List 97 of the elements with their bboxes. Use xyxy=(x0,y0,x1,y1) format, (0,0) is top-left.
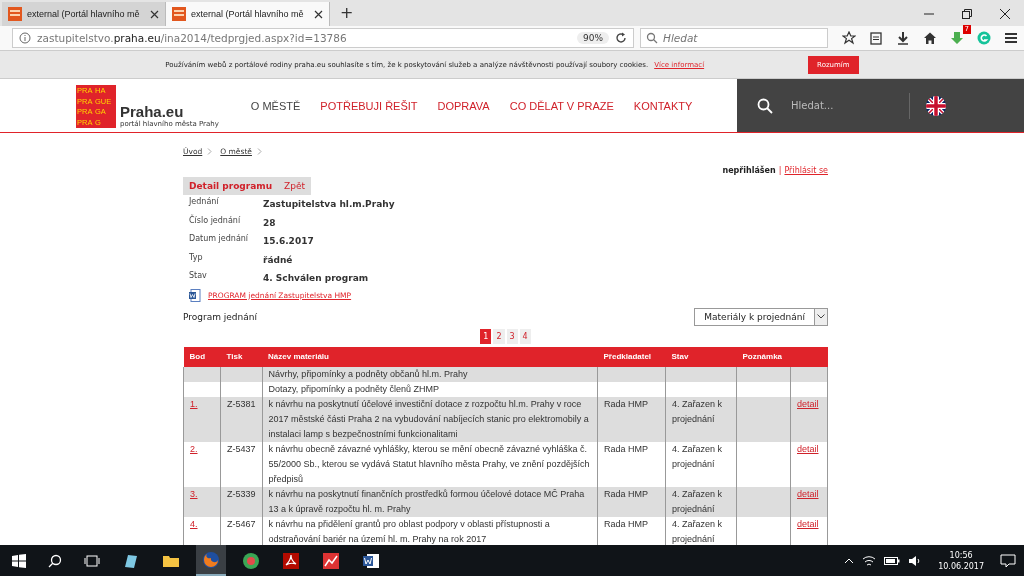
table-cell: 4. Zařazen k projednání xyxy=(672,398,723,424)
close-icon[interactable] xyxy=(1000,9,1010,19)
field-label: Jednání xyxy=(187,196,220,208)
table-cell: Rada HMP xyxy=(604,398,648,409)
star-icon[interactable] xyxy=(842,31,856,45)
detail-link[interactable]: detail xyxy=(797,398,819,409)
browser-tab[interactable]: external (Portál hlavního mě xyxy=(2,2,166,26)
page-link[interactable]: 3 xyxy=(506,328,518,344)
field-value: 15.6.2017 xyxy=(263,235,315,248)
document-icon xyxy=(189,288,201,302)
close-icon[interactable] xyxy=(314,9,323,19)
field-label: Typ xyxy=(188,251,204,264)
info-icon xyxy=(19,32,31,44)
page-link[interactable]: 4 xyxy=(519,328,531,344)
caret-icon xyxy=(817,314,825,319)
download-arrow-icon[interactable] xyxy=(950,31,964,45)
home-icon[interactable] xyxy=(923,31,937,45)
task-view-icon[interactable] xyxy=(84,553,100,568)
site-search-field[interactable]: Hledat... xyxy=(789,99,893,112)
chevron-icon xyxy=(207,148,213,155)
nav-link[interactable]: POTŘEBUJI ŘEŠIT xyxy=(320,99,418,112)
browser-icon[interactable] xyxy=(202,550,220,569)
clock[interactable]: 10:56 10.06.2017 xyxy=(938,549,984,572)
filter-dropdown[interactable]: Materiály k projednání xyxy=(694,307,828,326)
table-cell: Návrhy, připomínky a podněty občanů hl.m. Prahy xyxy=(268,368,468,379)
table-cell: Rada HMP xyxy=(604,443,648,454)
table-cell: Z-5437 xyxy=(227,443,256,454)
uk-flag-icon[interactable] xyxy=(926,95,946,116)
table-cell: Z-5381 xyxy=(227,398,256,409)
nav-link[interactable]: CO DĚLAT V PRAZE xyxy=(509,99,614,112)
table-cell: Z-5339 xyxy=(227,488,256,499)
notifications-icon[interactable] xyxy=(1000,553,1016,568)
search-field[interactable]: Hledat xyxy=(640,28,828,48)
field-value: Zastupitelstva hl.m.Prahy xyxy=(263,198,396,211)
nav-link[interactable]: O MĚSTĚ xyxy=(250,99,301,112)
new-tab-button[interactable]: + xyxy=(330,2,364,26)
word-icon[interactable] xyxy=(362,551,380,570)
item-number-link[interactable]: 1. xyxy=(190,398,198,409)
chevron-icon xyxy=(256,148,262,155)
url-text: zastupitelstvo.praha.eu/ina2014/tedprgjed.aspx?id=13786 xyxy=(37,32,348,44)
address-bar[interactable]: zastupitelstvo.praha.eu/ina2014/tedprgjed.aspx?id=13786 90% xyxy=(12,28,634,48)
login-status: nepřihlášen xyxy=(722,166,776,175)
section-title: Program jednání xyxy=(183,311,257,322)
page-link[interactable]: 2 xyxy=(493,328,505,344)
login-link[interactable]: Přihlásit se xyxy=(784,166,828,175)
site-title[interactable]: Praha.eu xyxy=(120,103,219,120)
table-cell: Rada HMP xyxy=(604,518,648,529)
detail-link[interactable]: detail xyxy=(797,443,819,454)
nav-link[interactable]: KONTAKTY xyxy=(633,99,693,112)
column-header: Tisk xyxy=(220,346,263,367)
pdf-icon[interactable] xyxy=(282,551,300,570)
field-value: řádné xyxy=(263,253,294,267)
table-cell: 4. Zařazen k projednání xyxy=(672,488,723,514)
field-label: Datum jednání xyxy=(188,233,250,245)
page-link[interactable]: 1 xyxy=(480,328,492,344)
app-icon[interactable] xyxy=(242,551,260,570)
detail-tab[interactable]: Detail programu xyxy=(183,177,279,195)
item-number-link[interactable]: 4. xyxy=(190,518,198,529)
field-label: Číslo jednání xyxy=(188,213,242,227)
site-icon xyxy=(8,7,22,21)
menu-icon[interactable] xyxy=(1004,31,1018,45)
site-icon xyxy=(172,7,186,21)
chart-app-icon[interactable] xyxy=(322,551,340,570)
search-icon xyxy=(646,32,658,44)
separator: | xyxy=(778,166,782,175)
table-cell: 4. Zařazen k projednání xyxy=(672,443,723,469)
nav-link[interactable]: DOPRAVA xyxy=(437,99,490,112)
item-number-link[interactable]: 3. xyxy=(190,488,198,499)
detail-tab[interactable]: Zpět xyxy=(278,177,311,195)
download-icon[interactable] xyxy=(896,31,910,45)
column-header: Předkladatel xyxy=(597,346,666,367)
column-header: Stav xyxy=(665,346,737,367)
search-icon[interactable] xyxy=(757,97,773,114)
table-cell: Dotazy, připomínky a podněty členů ZHMP xyxy=(268,383,439,394)
restore-icon[interactable] xyxy=(962,9,972,19)
column-header: Bod xyxy=(183,346,221,367)
detail-link[interactable]: detail xyxy=(797,518,819,529)
wifi-icon[interactable] xyxy=(862,554,877,567)
windows-start-icon[interactable] xyxy=(12,553,26,568)
battery-icon[interactable] xyxy=(884,555,901,566)
table-cell: Rada HMP xyxy=(604,488,648,499)
clipboard-icon[interactable] xyxy=(869,31,883,45)
field-label: Stav xyxy=(188,270,208,282)
reload-icon[interactable] xyxy=(615,32,627,44)
search-icon[interactable] xyxy=(48,553,62,568)
item-number-link[interactable]: 2. xyxy=(190,443,198,454)
table-cell: 4. Zařazen k projednání xyxy=(672,518,723,544)
field-value: 28 xyxy=(263,216,277,230)
table-cell: Z-5467 xyxy=(227,518,256,529)
column-header: Poznámka xyxy=(736,346,791,367)
browser-tab[interactable]: external (Portál hlavního mě xyxy=(166,2,330,26)
column-header: Název materiálu xyxy=(262,346,598,367)
zoom-badge[interactable]: 90% xyxy=(577,32,609,44)
table-cell: k návrhu na přidělení grantů pro oblast podpory v oblasti přístupnosti a odstraňování bariér na území hl. m. Prahy na rok 2017 xyxy=(268,518,550,544)
field-value: 4. Schválen program xyxy=(263,272,370,285)
close-icon[interactable] xyxy=(150,9,159,19)
chevron-up-icon[interactable] xyxy=(844,557,855,564)
